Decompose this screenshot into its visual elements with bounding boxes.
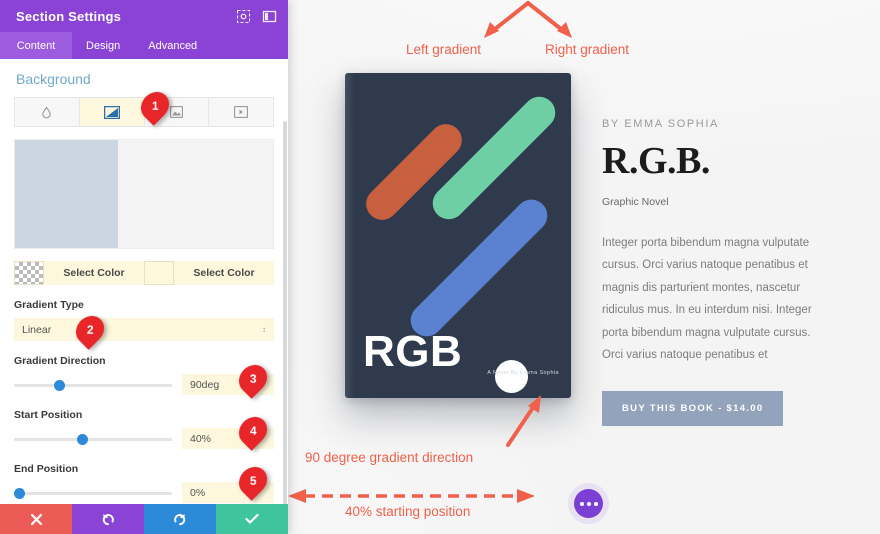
section-settings-panel: Section Settings Content Design Advanced… — [0, 0, 288, 534]
screen-root: RGB A Novel By Emma Sophia BY EMMA SOPHI… — [0, 0, 880, 534]
more-options-icon[interactable] — [574, 489, 603, 518]
tab-advanced[interactable]: Advanced — [134, 32, 211, 59]
dot-1 — [579, 501, 584, 506]
book-genre: Graphic Novel — [602, 196, 669, 208]
tab-content[interactable]: Content — [0, 32, 72, 59]
slider-knob[interactable] — [53, 379, 65, 391]
gradient-preview — [14, 139, 274, 249]
book-cover: RGB A Novel By Emma Sophia — [345, 73, 571, 398]
slider-track — [14, 491, 172, 495]
right-color-swatch[interactable] — [144, 261, 174, 285]
buy-book-button[interactable]: BUY THIS BOOK - $14.00 — [602, 390, 784, 426]
gradient-type-select[interactable]: Linear ↕ — [14, 318, 274, 341]
tab-design[interactable]: Design — [72, 32, 134, 59]
panel-header: Section Settings — [0, 0, 288, 32]
label-end-position: End Position — [14, 463, 79, 475]
field-end-position: End Position 0% — [14, 463, 274, 503]
section-heading-background: Background — [16, 71, 91, 87]
book-spine — [345, 73, 354, 398]
annotation-gradient-direction: 90 degree gradient direction — [305, 450, 474, 465]
annotation-right-gradient: Right gradient — [545, 42, 630, 57]
cover-stripe-blue — [404, 193, 554, 343]
background-type-gradient[interactable] — [79, 98, 145, 126]
slider-knob[interactable] — [77, 433, 89, 445]
label-gradient-type: Gradient Type — [14, 299, 84, 311]
close-button[interactable] — [0, 504, 72, 534]
field-start-position: Start Position 40% — [14, 409, 274, 449]
start-position-slider[interactable] — [14, 431, 172, 447]
left-color-swatch[interactable] — [14, 261, 44, 285]
background-type-color[interactable] — [15, 98, 80, 126]
undo-button[interactable] — [72, 504, 144, 534]
panel-scrollbar[interactable] — [283, 121, 287, 504]
cover-dot — [495, 360, 528, 393]
right-select-color-button[interactable]: Select Color — [174, 261, 274, 285]
gradient-direction-slider[interactable] — [14, 377, 172, 393]
dot-3 — [593, 501, 598, 506]
panel-footer — [0, 504, 288, 534]
book-description: Integer porta bibendum magna vulputate c… — [602, 237, 812, 362]
panel-tabs: Content Design Advanced — [0, 32, 288, 59]
cover-title: RGB — [363, 327, 463, 376]
chevron-updown-icon: ↕ — [262, 324, 266, 334]
gradient-type-value: Linear — [22, 323, 52, 336]
gradient-color-row: Select Color Select Color — [14, 261, 274, 285]
book-author: BY EMMA SOPHIA — [602, 118, 719, 130]
annotation-start-position: 40% starting position — [345, 504, 471, 519]
label-gradient-direction: Gradient Direction — [14, 355, 106, 367]
slider-knob[interactable] — [14, 487, 25, 499]
slider-track — [14, 437, 172, 441]
save-button[interactable] — [216, 504, 288, 534]
end-position-slider[interactable] — [14, 485, 172, 501]
redo-button[interactable] — [144, 504, 216, 534]
field-gradient-type: Gradient Type Linear ↕ — [14, 299, 274, 341]
slider-track — [14, 383, 172, 387]
layout-icon[interactable] — [261, 8, 278, 25]
target-icon[interactable] — [235, 8, 252, 25]
book-heading: R.G.B. — [602, 140, 710, 182]
background-type-video[interactable] — [209, 98, 273, 126]
cover-subtitle: A Novel By Emma Sophia — [487, 370, 559, 376]
book-detail: BY EMMA SOPHIA R.G.B. Graphic Novel Inte… — [602, 118, 832, 426]
label-start-position: Start Position — [14, 409, 83, 421]
dot-2 — [586, 501, 591, 506]
field-gradient-direction: Gradient Direction 90deg — [14, 355, 274, 395]
panel-title: Section Settings — [16, 8, 122, 24]
annotation-left-gradient: Left gradient — [406, 42, 482, 57]
left-select-color-button[interactable]: Select Color — [44, 261, 144, 285]
